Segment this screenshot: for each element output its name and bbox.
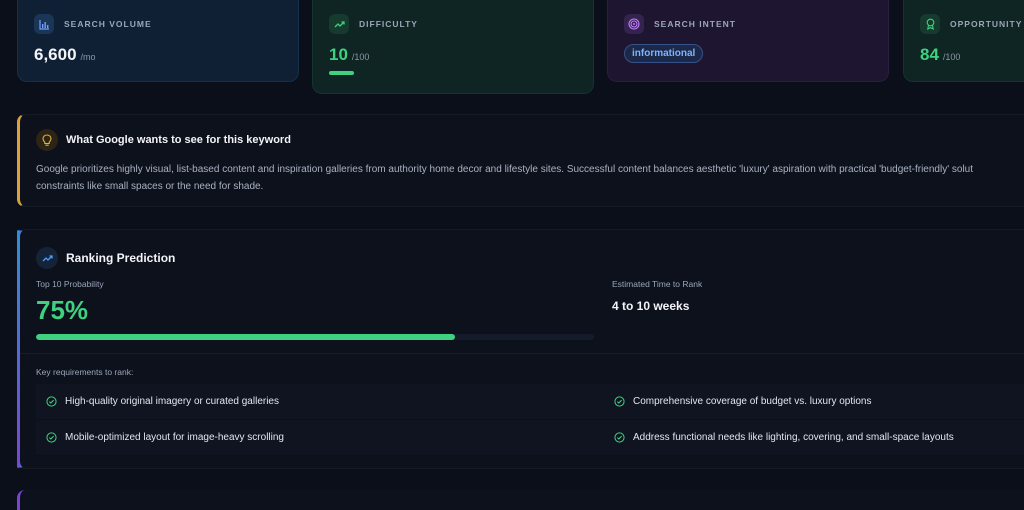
trend-up-icon bbox=[36, 247, 58, 269]
time-to-rank-value: 4 to 10 weeks bbox=[612, 299, 690, 313]
metric-card-difficulty: DIFFICULTY 10 /100 bbox=[312, 0, 594, 94]
insight-text: Google prioritizes highly visual, list-b… bbox=[36, 161, 1024, 195]
metric-value: 84 bbox=[920, 45, 939, 64]
check-circle-icon bbox=[46, 432, 57, 443]
probability-bar-fill bbox=[36, 334, 455, 340]
requirement-item: Mobile-optimized layout for image-heavy … bbox=[36, 420, 606, 456]
probability-bar bbox=[36, 334, 594, 340]
requirements-label: Key requirements to rank: bbox=[36, 367, 134, 377]
requirement-item: High-quality original imagery or curated… bbox=[36, 384, 606, 420]
metric-card-search-volume: SEARCH VOLUME 6,600 /mo bbox=[17, 0, 299, 82]
check-circle-icon bbox=[614, 432, 625, 443]
metric-label: OPPORTUNITY bbox=[950, 19, 1023, 29]
google-insight-card: What Google wants to see for this keywor… bbox=[17, 114, 1024, 207]
requirement-text: Address functional needs like lighting, … bbox=[633, 432, 954, 443]
requirement-text: Comprehensive coverage of budget vs. lux… bbox=[633, 396, 872, 407]
metric-unit: /100 bbox=[942, 52, 961, 62]
insight-line: Google prioritizes highly visual, list-b… bbox=[36, 164, 974, 175]
next-card-edge bbox=[17, 490, 1024, 510]
metric-value: 6,600 bbox=[34, 45, 77, 64]
metric-unit: /100 bbox=[351, 52, 370, 62]
divider bbox=[20, 353, 1024, 354]
time-to-rank-label: Estimated Time to Rank bbox=[612, 279, 703, 289]
metric-unit: /mo bbox=[80, 52, 96, 62]
requirements-list: High-quality original imagery or curated… bbox=[36, 384, 1024, 456]
insight-line: constraints like small spaces or the nee… bbox=[36, 181, 264, 192]
metric-card-search-intent: SEARCH INTENT informational bbox=[607, 0, 889, 82]
insight-title: What Google wants to see for this keywor… bbox=[66, 134, 291, 146]
bar-chart-icon bbox=[34, 14, 54, 34]
probability-value: 75% bbox=[36, 295, 89, 325]
metric-card-opportunity: OPPORTUNITY 84 /100 bbox=[903, 0, 1024, 82]
metric-value: 10 bbox=[329, 45, 348, 64]
intent-badge: informational bbox=[624, 44, 704, 63]
award-icon bbox=[920, 14, 940, 34]
ranking-title: Ranking Prediction bbox=[66, 251, 176, 265]
metric-label: SEARCH INTENT bbox=[654, 19, 736, 29]
check-circle-icon bbox=[46, 396, 57, 407]
requirement-item: Comprehensive coverage of budget vs. lux… bbox=[606, 384, 1024, 420]
difficulty-bar bbox=[329, 71, 354, 75]
probability-label: Top 10 Probability bbox=[36, 279, 104, 289]
ranking-prediction-card: Ranking Prediction Top 10 Probability 75… bbox=[17, 229, 1024, 469]
metric-label: DIFFICULTY bbox=[359, 19, 418, 29]
trend-up-icon bbox=[329, 14, 349, 34]
check-circle-icon bbox=[614, 396, 625, 407]
lightbulb-icon bbox=[36, 129, 58, 151]
target-icon bbox=[624, 14, 644, 34]
requirement-item: Address functional needs like lighting, … bbox=[606, 420, 1024, 456]
metric-label: SEARCH VOLUME bbox=[64, 19, 152, 29]
requirement-text: High-quality original imagery or curated… bbox=[65, 396, 279, 407]
requirement-text: Mobile-optimized layout for image-heavy … bbox=[65, 432, 284, 443]
